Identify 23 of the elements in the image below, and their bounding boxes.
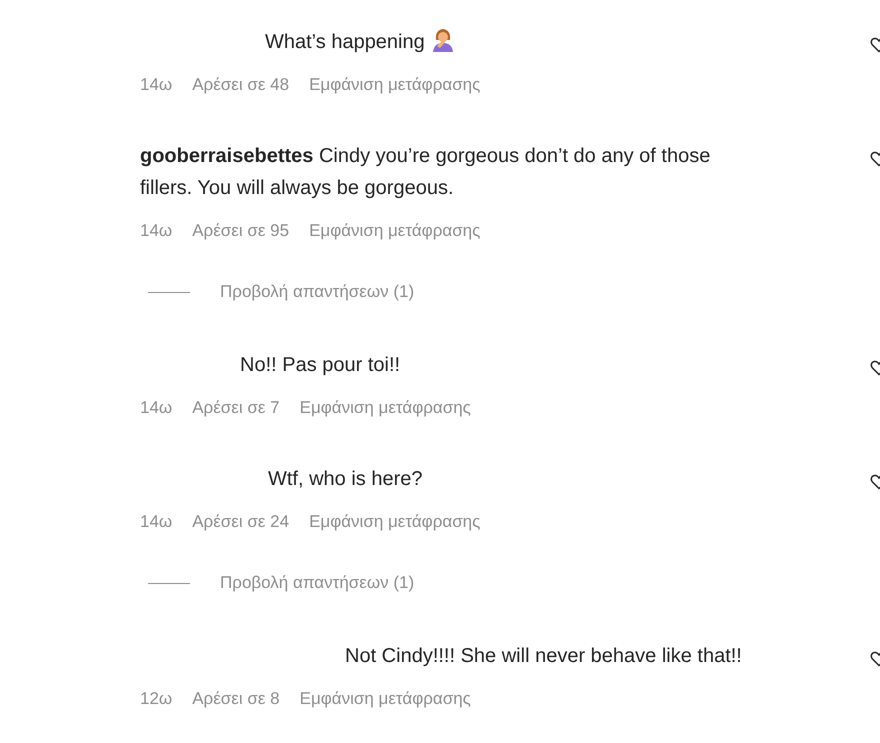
comment-time: 12ω	[140, 688, 172, 710]
likes-count[interactable]: Αρέσει σε 24	[192, 510, 290, 534]
comment-time: 14ω	[140, 511, 172, 533]
comment-text: What’s happening	[265, 31, 425, 53]
comment-text: gooberraisebettes Cindy you’re gorgeous don’t do any of those fillers. You will always be gorgeous.	[140, 145, 710, 199]
translation-link[interactable]: Εμφάνιση μετάφρασης	[309, 219, 480, 243]
likes-count[interactable]: Αρέσει σε 95	[192, 219, 290, 243]
translation-link[interactable]: Εμφάνιση μετάφρασης	[300, 396, 471, 420]
username-link[interactable]: gooberraisebettes	[140, 145, 314, 167]
comment-text: Not Cindy!!!! She will never behave like that!!	[345, 645, 742, 667]
translation-link[interactable]: Εμφάνιση μετάφρασης	[309, 73, 480, 97]
comment-time: 14ω	[140, 74, 172, 96]
translation-link[interactable]: Εμφάνιση μετάφρασης	[300, 687, 471, 711]
translation-link[interactable]: Εμφάνιση μετάφρασης	[309, 510, 480, 534]
view-replies-link[interactable]: Προβολή απαντήσεων (1)	[220, 571, 414, 595]
comment-text: No!! Pas pour toi!!	[240, 354, 400, 376]
comment-text: Wtf, who is here?	[268, 468, 423, 490]
likes-count[interactable]: Αρέσει σε 48	[192, 73, 290, 97]
view-replies-link[interactable]: Προβολή απαντήσεων (1)	[220, 280, 414, 304]
likes-count[interactable]: Αρέσει σε 8	[192, 687, 280, 711]
comment-time: 14ω	[140, 220, 172, 242]
comment-time: 14ω	[140, 397, 172, 419]
likes-count[interactable]: Αρέσει σε 7	[192, 396, 280, 420]
